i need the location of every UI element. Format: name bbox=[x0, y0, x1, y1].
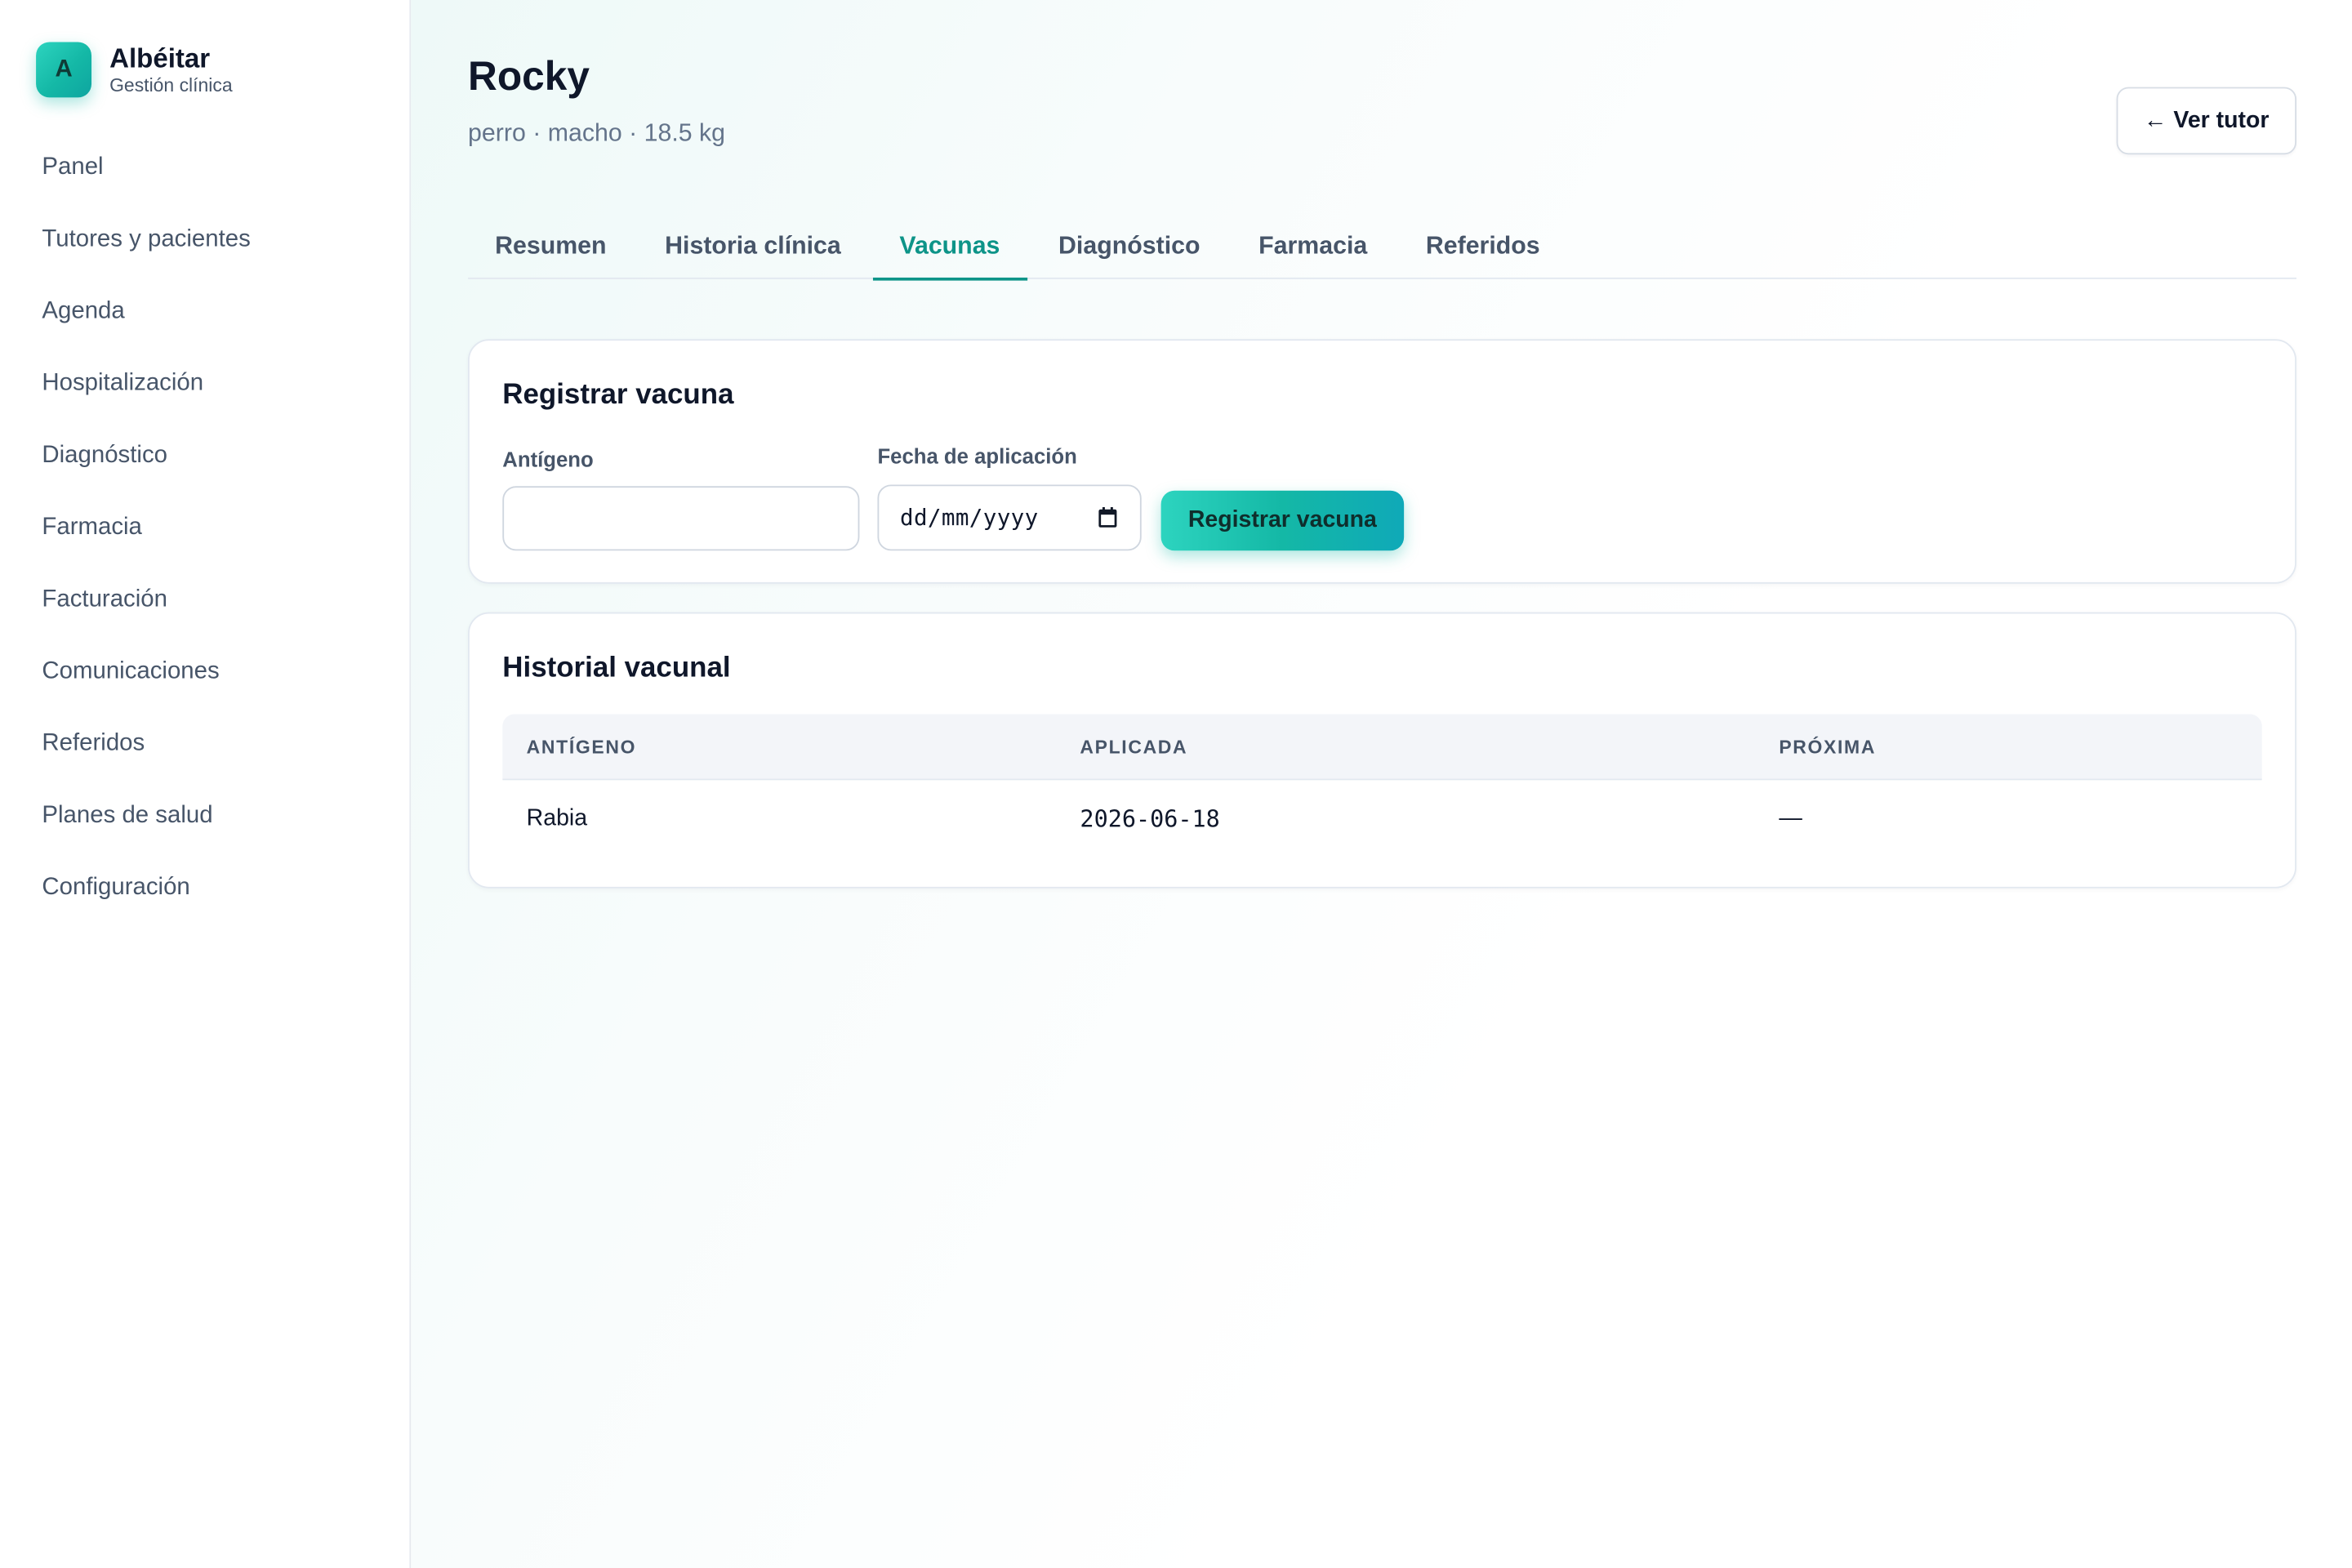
sidebar-item-comunicaciones[interactable]: Comunicaciones bbox=[0, 636, 409, 708]
cell-antigen: Rabia bbox=[526, 805, 588, 831]
date-placeholder: dd/mm/yyyy bbox=[900, 504, 1039, 532]
patient-summary: perro · macho · 18.5 kg bbox=[468, 119, 726, 148]
tab-farmacia[interactable]: Farmacia bbox=[1232, 213, 1394, 279]
brand[interactable]: A Albéitar Gestión clínica bbox=[36, 42, 233, 98]
app-subtitle: Gestión clínica bbox=[109, 74, 233, 96]
sidebar-item-facturacion[interactable]: Facturación bbox=[0, 564, 409, 636]
tab-historia-clinica[interactable]: Historia clínica bbox=[638, 213, 868, 279]
tab-diagnostico[interactable]: Diagnóstico bbox=[1031, 213, 1227, 279]
tab-vacunas[interactable]: Vacunas bbox=[872, 213, 1027, 281]
antigen-input[interactable] bbox=[502, 486, 860, 551]
sidebar-item-agenda[interactable]: Agenda bbox=[0, 276, 409, 348]
register-vaccine-button[interactable]: Registrar vacuna bbox=[1160, 490, 1405, 551]
vaccine-history-table: ANTÍGENO APLICADA PRÓXIMA Rabia 2026-06-… bbox=[502, 714, 2262, 858]
cell-next-date: — bbox=[1779, 805, 1802, 831]
page-title: Rocky bbox=[468, 54, 590, 100]
sidebar-nav: Panel Tutores y pacientes Agenda Hospita… bbox=[0, 132, 409, 924]
register-vaccine-title: Registrar vacuna bbox=[502, 379, 734, 412]
back-to-tutor-button[interactable]: ← Ver tutor bbox=[2116, 87, 2296, 155]
calendar-icon[interactable] bbox=[1098, 507, 1117, 528]
sidebar-item-diagnostico[interactable]: Diagnóstico bbox=[0, 420, 409, 492]
sidebar-item-planes-salud[interactable]: Planes de salud bbox=[0, 780, 409, 852]
sidebar-item-hospitalizacion[interactable]: Hospitalización bbox=[0, 348, 409, 420]
sidebar: A Albéitar Gestión clínica Panel Tutores… bbox=[0, 0, 412, 1568]
sidebar-item-referidos[interactable]: Referidos bbox=[0, 708, 409, 780]
column-header-applied: APLICADA bbox=[1080, 737, 1188, 758]
register-vaccine-card: Registrar vacuna Antígeno Fecha de aplic… bbox=[468, 339, 2296, 584]
sidebar-item-panel[interactable]: Panel bbox=[0, 132, 409, 204]
antigen-label: Antígeno bbox=[502, 447, 594, 471]
brand-logo: A bbox=[36, 42, 92, 98]
brand-text: Albéitar Gestión clínica bbox=[109, 43, 233, 96]
column-header-antigen: ANTÍGENO bbox=[526, 737, 637, 758]
vaccine-history-card: Historial vacunal ANTÍGENO APLICADA PRÓX… bbox=[468, 612, 2296, 889]
table-row: Rabia 2026-06-18 — bbox=[502, 780, 2261, 858]
app-name: Albéitar bbox=[109, 43, 211, 74]
application-date-input[interactable]: dd/mm/yyyy bbox=[877, 484, 1142, 551]
sidebar-item-configuracion[interactable]: Configuración bbox=[0, 853, 409, 924]
cell-applied-date: 2026-06-18 bbox=[1080, 805, 1220, 833]
column-header-next: PRÓXIMA bbox=[1779, 737, 1877, 758]
application-date-label: Fecha de aplicación bbox=[877, 443, 1077, 469]
main-content: Rocky perro · macho · 18.5 kg ← Ver tuto… bbox=[411, 0, 2352, 1568]
sidebar-item-tutores-pacientes[interactable]: Tutores y pacientes bbox=[0, 204, 409, 276]
tab-referidos[interactable]: Referidos bbox=[1399, 213, 1567, 279]
sidebar-item-farmacia[interactable]: Farmacia bbox=[0, 492, 409, 564]
table-header: ANTÍGENO APLICADA PRÓXIMA bbox=[502, 714, 2262, 781]
vaccine-history-title: Historial vacunal bbox=[502, 653, 731, 684]
patient-tabs: Resumen Historia clínica Vacunas Diagnós… bbox=[468, 213, 2296, 281]
tab-resumen[interactable]: Resumen bbox=[468, 213, 634, 279]
